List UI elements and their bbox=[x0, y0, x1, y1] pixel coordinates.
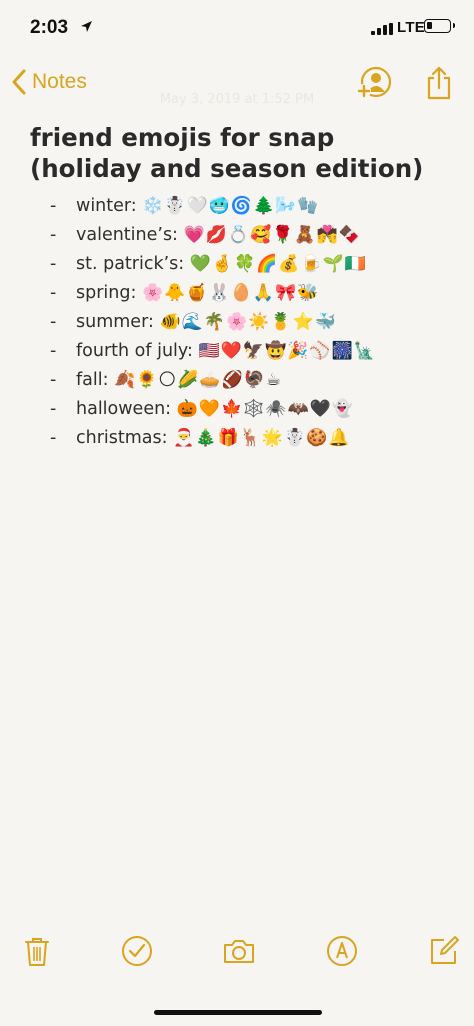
list-item: - fourth of july: 🇺🇸❤️🦅🤠🎉⚾🎆🗽 bbox=[50, 341, 376, 361]
markup-pen-icon[interactable] bbox=[325, 934, 359, 968]
status-time: 2:03 bbox=[30, 17, 69, 38]
list-item: - summer: 🐠🌊🌴🌸☀️🍍⭐🐳 bbox=[50, 312, 337, 332]
battery-icon bbox=[424, 19, 455, 33]
cellular-signal-icon bbox=[371, 23, 393, 35]
note-title: friend emojis for snap (holiday and seas… bbox=[30, 123, 424, 183]
list-item: - winter: ❄️☃️🤍🥶🌀🌲🌬️🧤 bbox=[50, 196, 320, 216]
note-date: May 3, 2019 at 1:52 PM bbox=[159, 92, 315, 107]
list-item: - spring: 🌸🐥🍯🐰🥚🙏🎀🐝 bbox=[50, 283, 320, 303]
list-item: - christmas: 🎅🎄🎁🦌🌟☃️🍪🔔 bbox=[50, 428, 351, 448]
note-body[interactable]: friend emojis for snap (holiday and seas… bbox=[30, 122, 450, 453]
checkmark-circle-icon[interactable] bbox=[120, 934, 154, 968]
location-arrow-icon bbox=[81, 21, 92, 32]
status-bar: 2:03 LTE bbox=[0, 0, 474, 56]
back-button-label: Notes bbox=[32, 70, 87, 93]
camera-icon[interactable] bbox=[222, 934, 256, 968]
network-type: LTE bbox=[397, 19, 426, 36]
list-item: - fall: 🍂🌻🌕🌽🥧🏈🦃☕ bbox=[50, 370, 283, 390]
list-item: - halloween: 🎃🧡🍁🕸️🕷️🦇🖤👻 bbox=[50, 399, 355, 419]
emoji-list: - winter: ❄️☃️🤍🥶🌀🌲🌬️🧤 - valentine’s: 💗💋💍🥰🌹… bbox=[30, 192, 450, 453]
home-indicator bbox=[154, 1010, 322, 1015]
bottom-toolbar bbox=[0, 934, 474, 974]
list-item: - st. patrick’s: 💚🤞🍀🌈💰🍺🌱🇮🇪 bbox=[50, 254, 368, 274]
trash-icon[interactable] bbox=[20, 934, 54, 968]
list-item: - valentine’s: 💗💋💍🥰🌹🧸💏🍫 bbox=[50, 225, 361, 245]
compose-icon[interactable] bbox=[427, 934, 461, 968]
